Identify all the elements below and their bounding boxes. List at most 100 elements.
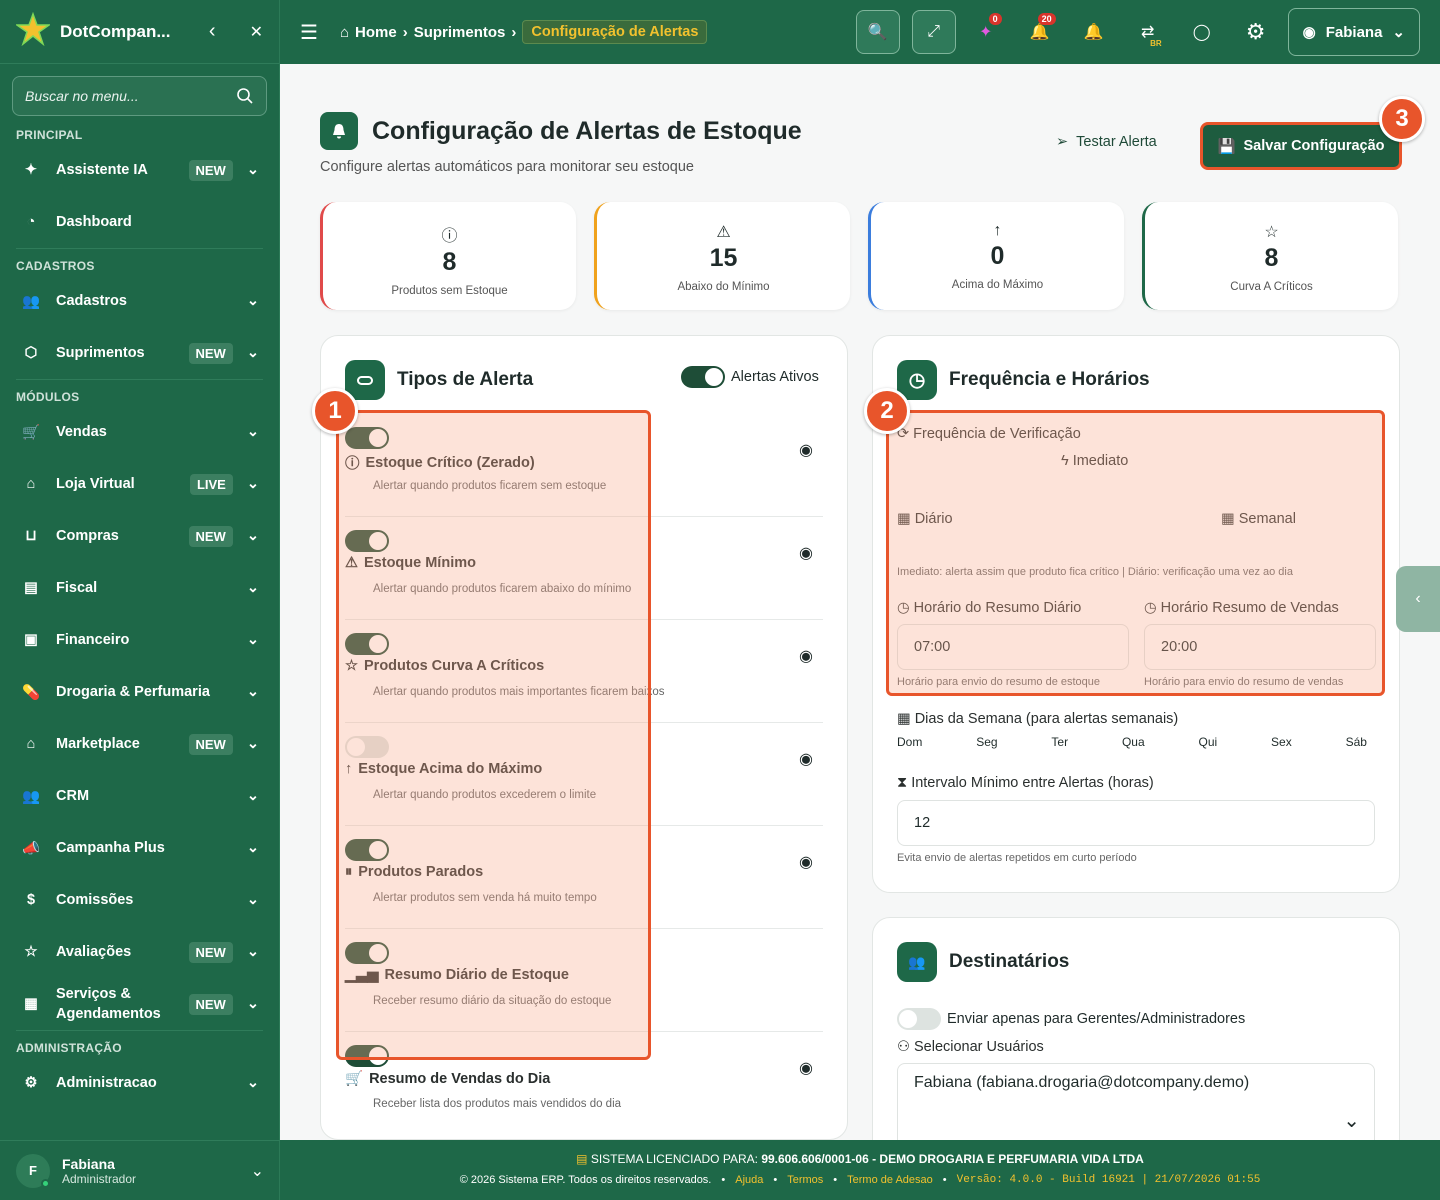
sidebar-item-compras[interactable]: ⊔ Compras NEW ⌄ (0, 510, 279, 562)
sidebar-item-crm[interactable]: 👥 CRM ⌄ (0, 770, 279, 822)
cart-icon: 🛒 (345, 1071, 364, 1087)
arrow-up-icon: ↑ (993, 222, 1002, 239)
badge: NEW (188, 733, 233, 755)
footer-link-termos[interactable]: Termos (787, 1174, 823, 1186)
notifications-button[interactable]: 🔔 20 (1018, 10, 1062, 54)
sidebar-item-fiscal[interactable]: ▤ Fiscal ⌄ (0, 562, 279, 614)
users-select[interactable]: Fabiana (fabiana.drogaria@dotcompany.dem… (897, 1063, 1375, 1140)
ai-button[interactable]: ✦ 0 (964, 10, 1008, 54)
search-button[interactable]: 🔍 (855, 10, 900, 54)
main-content: Configuração de Alertas de Estoque Confi… (280, 64, 1440, 1140)
footer: ▤ SISTEMA LICENCIADO PARA: 99.606.606/00… (280, 1140, 1440, 1200)
hamburger-icon[interactable]: ☰ (300, 20, 318, 45)
highlight-box-2 (886, 410, 1385, 696)
sidebar-user[interactable]: F Fabiana Administrador ⌄ (0, 1140, 280, 1200)
day-ter[interactable]: Ter (1051, 735, 1068, 749)
pill-icon: 💊 (21, 684, 41, 701)
users-icon: 👥 (897, 942, 937, 982)
sidebar-header: DotCompan... ‹ ✕ (0, 0, 279, 64)
breadcrumb-home[interactable]: Home (355, 24, 397, 41)
sidebar-item-servicos[interactable]: ▦ Serviços & Agendamentos NEW ⌄ (0, 978, 279, 1030)
managers-only: Enviar apenas para Gerentes/Administrado… (897, 1008, 1245, 1030)
eye-icon[interactable]: ◉ (799, 749, 813, 769)
home-icon[interactable]: ⌂ (340, 24, 349, 41)
eye-icon[interactable]: ◉ (799, 1058, 813, 1078)
collapse-sidebar-icon[interactable]: ‹ (209, 20, 216, 43)
master-toggle[interactable]: Alertas Ativos (681, 366, 819, 388)
sidebar-item-dashboard[interactable]: ◔ Dashboard (0, 196, 279, 248)
badge: NEW (188, 525, 233, 547)
fullscreen-button[interactable]: ⤢ (911, 10, 956, 54)
sidebar-item-campanha-plus[interactable]: 📣 Campanha Plus ⌄ (0, 822, 279, 874)
calendar-icon: ▦ (897, 711, 911, 727)
sidebar-item-financeiro[interactable]: ▣ Financeiro ⌄ (0, 614, 279, 666)
chevron-down-icon: ⌄ (250, 1162, 264, 1180)
sidebar-item-assistente-ia[interactable]: ✦ Assistente IA NEW ⌄ (0, 144, 279, 196)
weekday-selector: Dom Seg Ter Qua Qui Sex Sáb (897, 735, 1367, 749)
sidebar-item-comissoes[interactable]: $ Comissões ⌄ (0, 874, 279, 926)
star-icon: ☆ (1264, 224, 1279, 241)
language-button[interactable]: ⇄ BR (1126, 10, 1170, 54)
section-principal: PRINCIPAL (16, 128, 83, 142)
alert-circle-icon: ⓘ (441, 228, 458, 245)
footer-link-termo-adesao[interactable]: Termo de Adesao (847, 1174, 933, 1186)
sidebar-item-marketplace[interactable]: ⌂ Marketplace NEW ⌄ (0, 718, 279, 770)
gear-icon: ⚙ (24, 1075, 38, 1091)
breadcrumb-suprimentos[interactable]: Suprimentos (414, 24, 506, 41)
sidebar-item-administracao[interactable]: ⚙ Administracao ⌄ (0, 1057, 279, 1109)
chevron-down-icon: ⌄ (246, 580, 259, 596)
day-sex[interactable]: Sex (1271, 735, 1292, 749)
eye-icon[interactable]: ◉ (799, 646, 813, 666)
user-menu-button[interactable]: ◉ Fabiana ⌄ (1287, 8, 1420, 56)
badge: NEW (188, 159, 233, 181)
topbar: ☰ ⌂ Home › Suprimentos › Configuração de A… (280, 0, 1440, 64)
alerts-active-toggle[interactable] (681, 366, 725, 388)
eye-icon[interactable]: ◉ (799, 440, 813, 460)
user-cog-icon: ⚇ (897, 1039, 910, 1055)
eye-icon[interactable]: ◉ (799, 543, 813, 563)
save-config-button[interactable]: 💾 Salvar Configuração (1200, 122, 1402, 170)
page-header: Configuração de Alertas de Estoque (320, 112, 802, 150)
marker-3: 3 (1379, 96, 1425, 142)
section-administracao: ADMINISTRAÇÃO (16, 1041, 122, 1055)
sidebar-item-loja-virtual[interactable]: ⌂ Loja Virtual LIVE ⌄ (0, 458, 279, 510)
close-icon[interactable]: ✕ (250, 22, 263, 42)
side-panel-tab[interactable]: ‹ (1396, 566, 1440, 632)
ai-count-badge: 0 (988, 13, 1002, 25)
sidebar-item-suprimentos[interactable]: ⬡ Suprimentos NEW ⌄ (0, 327, 279, 379)
bell-icon: 🔔 (1029, 24, 1050, 41)
test-alert-button[interactable]: ➢ Testar Alerta (1056, 134, 1157, 150)
star-icon: ☆ (24, 944, 38, 960)
footer-link-ajuda[interactable]: Ajuda (735, 1174, 763, 1186)
day-seg[interactable]: Seg (976, 735, 997, 749)
day-sab[interactable]: Sáb (1346, 735, 1367, 749)
interval-help: Evita envio de alertas repetidos em curt… (897, 852, 1137, 864)
stat-card-acima-maximo: ↑ 0 Acima do Máximo (868, 202, 1124, 310)
chevron-down-icon: ⌄ (246, 345, 259, 361)
chevron-down-icon: ⌄ (246, 528, 259, 544)
sidebar-item-cadastros[interactable]: 👥 Cadastros ⌄ (0, 275, 279, 327)
chevron-down-icon: ⌄ (246, 162, 259, 178)
alerts-button[interactable]: 🔔 (1072, 10, 1116, 54)
day-qui[interactable]: Qui (1199, 735, 1218, 749)
whatsapp-button[interactable]: ◯ (1180, 10, 1224, 54)
chevron-down-icon: ⌄ (246, 736, 259, 752)
sidebar-item-vendas[interactable]: 🛒 Vendas ⌄ (0, 406, 279, 458)
highlight-box-1 (336, 410, 651, 1060)
day-qua[interactable]: Qua (1122, 735, 1145, 749)
sidebar-item-avaliacoes[interactable]: ☆ Avaliações NEW ⌄ (0, 926, 279, 978)
eye-icon[interactable]: ◉ (799, 852, 813, 872)
interval-input[interactable]: 12 (897, 800, 1375, 846)
settings-button[interactable]: ⚙ (1234, 10, 1278, 54)
sidebar-item-drogaria[interactable]: 💊 Drogaria & Perfumaria ⌄ (0, 666, 279, 718)
marker-2: 2 (864, 388, 910, 434)
day-dom[interactable]: Dom (897, 735, 922, 749)
select-users-label: ⚇ Selecionar Usuários (897, 1039, 1044, 1055)
money-icon: ▣ (24, 632, 38, 648)
menu-search-input[interactable]: Buscar no menu... (12, 76, 267, 116)
warning-icon: ⚠ (716, 224, 731, 241)
managers-only-toggle[interactable] (897, 1008, 941, 1030)
save-icon: 💾 (1217, 138, 1236, 155)
interval-label: ⧗ Intervalo Mínimo entre Alertas (horas) (897, 775, 1154, 791)
whatsapp-icon: ◯ (1192, 24, 1211, 41)
